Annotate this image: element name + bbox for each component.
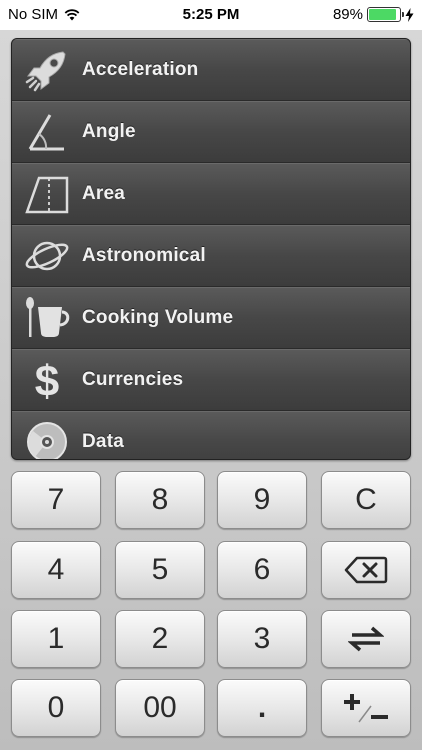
list-item-area[interactable]: Area [12,163,410,225]
list-item-label: Acceleration [82,59,199,80]
list-item-acceleration[interactable]: Acceleration [12,39,410,101]
svg-text:$: $ [35,357,59,404]
status-right: 89% [333,6,414,23]
rocket-icon [12,39,82,101]
list-item-angle[interactable]: Angle [12,101,410,163]
swap-units-button[interactable] [321,610,411,668]
key-3[interactable]: 3 [217,610,307,668]
list-item-label: Astronomical [82,245,206,266]
status-bar: No SIM 5:25 PM 89% [0,0,422,30]
key-2[interactable]: 2 [115,610,205,668]
list-item-label: Angle [82,121,136,142]
list-item-currencies[interactable]: $ Currencies [12,349,410,411]
dollar-icon: $ [12,349,82,411]
planet-icon [12,225,82,287]
key-00[interactable]: 00 [115,679,205,737]
backspace-icon [344,556,388,584]
angle-icon [12,101,82,163]
charging-bolt-icon [405,7,414,22]
clear-button[interactable]: C [321,471,411,529]
key-7[interactable]: 7 [11,471,101,529]
battery-fill [369,9,396,20]
key-9[interactable]: 9 [217,471,307,529]
battery-icon [367,7,404,22]
disc-icon [12,411,82,459]
plus-minus-button[interactable] [321,679,411,737]
list-item-astronomical[interactable]: Astronomical [12,225,410,287]
list-item-label: Cooking Volume [82,307,234,328]
area-icon [12,163,82,225]
key-8[interactable]: 8 [115,471,205,529]
decimal-button[interactable]: . [217,679,307,737]
battery-percent: 89% [332,6,363,23]
backspace-button[interactable] [321,541,411,599]
list-item-data[interactable]: Data [12,411,410,459]
key-6[interactable]: 6 [217,541,307,599]
swap-arrows-icon [348,626,384,652]
list-item-label: Currencies [82,369,184,390]
key-1[interactable]: 1 [11,610,101,668]
list-item-cooking-volume[interactable]: Cooking Volume [12,287,410,349]
cup-spoon-icon [12,287,82,349]
key-5[interactable]: 5 [115,541,205,599]
category-list[interactable]: Acceleration Angle Area Astronomical Coo… [11,38,411,460]
list-item-label: Data [82,431,124,452]
plus-minus-icon [344,694,388,723]
key-4[interactable]: 4 [11,541,101,599]
keypad: 7 8 9 C 4 5 6 1 2 3 0 00 . [11,471,411,741]
list-item-label: Area [82,183,126,204]
key-0[interactable]: 0 [11,679,101,737]
